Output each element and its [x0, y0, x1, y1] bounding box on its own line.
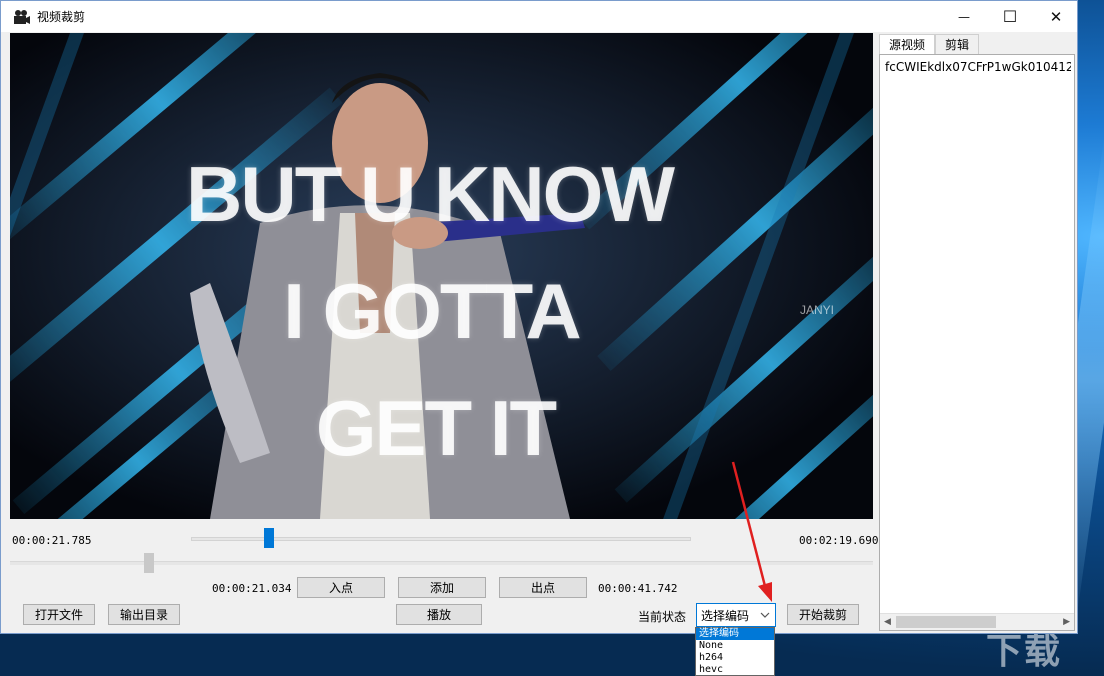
close-button[interactable]: ✕: [1033, 1, 1079, 32]
caption-line-2: I GOTTA: [283, 267, 582, 355]
side-tabs: 源视频 剪辑: [879, 34, 980, 54]
current-time: 00:00:21.785: [12, 534, 92, 547]
start-cut-button[interactable]: 开始裁剪: [787, 604, 859, 625]
seek-slider-thumb[interactable]: [264, 528, 274, 548]
add-button[interactable]: 添加: [398, 577, 486, 598]
video-corner-mark: JANYI: [800, 303, 835, 317]
in-point-button[interactable]: 入点: [297, 577, 385, 598]
encoding-selected-value: 选择编码: [701, 608, 750, 623]
maximize-icon: ☐: [1002, 7, 1018, 26]
encoding-option[interactable]: h264: [696, 652, 774, 664]
status-label: 当前状态: [638, 610, 687, 624]
tab-source-video[interactable]: 源视频: [879, 34, 936, 54]
title-bar[interactable]: 视频裁剪 — ☐ ✕: [1, 1, 1077, 32]
output-dir-button[interactable]: 输出目录: [108, 604, 180, 625]
play-button[interactable]: 播放: [396, 604, 482, 625]
encoding-option[interactable]: hevc: [696, 664, 774, 676]
out-point-time: 00:00:41.742: [598, 582, 678, 595]
encoding-option[interactable]: 选择编码: [696, 628, 774, 640]
range-slider-track[interactable]: [10, 561, 873, 565]
scrollbar-thumb[interactable]: [896, 616, 996, 628]
film-camera-icon: [14, 9, 30, 24]
encoding-select[interactable]: 选择编码: [696, 603, 776, 627]
video-preview[interactable]: BUT U KNOW I GOTTA GET IT JANYI: [10, 33, 873, 519]
range-slider-thumb[interactable]: [144, 553, 154, 573]
minimize-button[interactable]: —: [941, 1, 987, 32]
maximize-button[interactable]: ☐: [987, 1, 1033, 32]
open-file-button[interactable]: 打开文件: [23, 604, 95, 625]
tab-clips[interactable]: 剪辑: [935, 34, 980, 54]
list-item[interactable]: fcCWIEkdlx07CFrP1wGk0104120: [885, 60, 1071, 74]
minimize-icon: —: [958, 9, 970, 24]
encoding-dropdown-list: 选择编码 None h264 hevc: [695, 627, 775, 676]
in-point-time: 00:00:21.034: [212, 582, 292, 595]
horizontal-scrollbar[interactable]: ◀ ▶: [880, 613, 1074, 630]
source-file-list[interactable]: fcCWIEkdlx07CFrP1wGk0104120 ◀ ▶: [879, 54, 1075, 631]
scroll-right-icon[interactable]: ▶: [1063, 617, 1070, 627]
scroll-left-icon[interactable]: ◀: [884, 617, 891, 627]
caption-line-3: GET IT: [315, 384, 557, 472]
app-window: 视频裁剪 — ☐ ✕ BUT U KNOW I GOTTA GET IT JAN…: [0, 0, 1078, 634]
chevron-down-icon: [760, 608, 772, 622]
caption-line-1: BUT U KNOW: [186, 150, 675, 238]
out-point-button[interactable]: 出点: [499, 577, 587, 598]
encoding-option[interactable]: None: [696, 640, 774, 652]
close-icon: ✕: [1049, 7, 1063, 26]
window-title: 视频裁剪: [37, 10, 86, 24]
total-time: 00:02:19.690: [799, 534, 879, 547]
